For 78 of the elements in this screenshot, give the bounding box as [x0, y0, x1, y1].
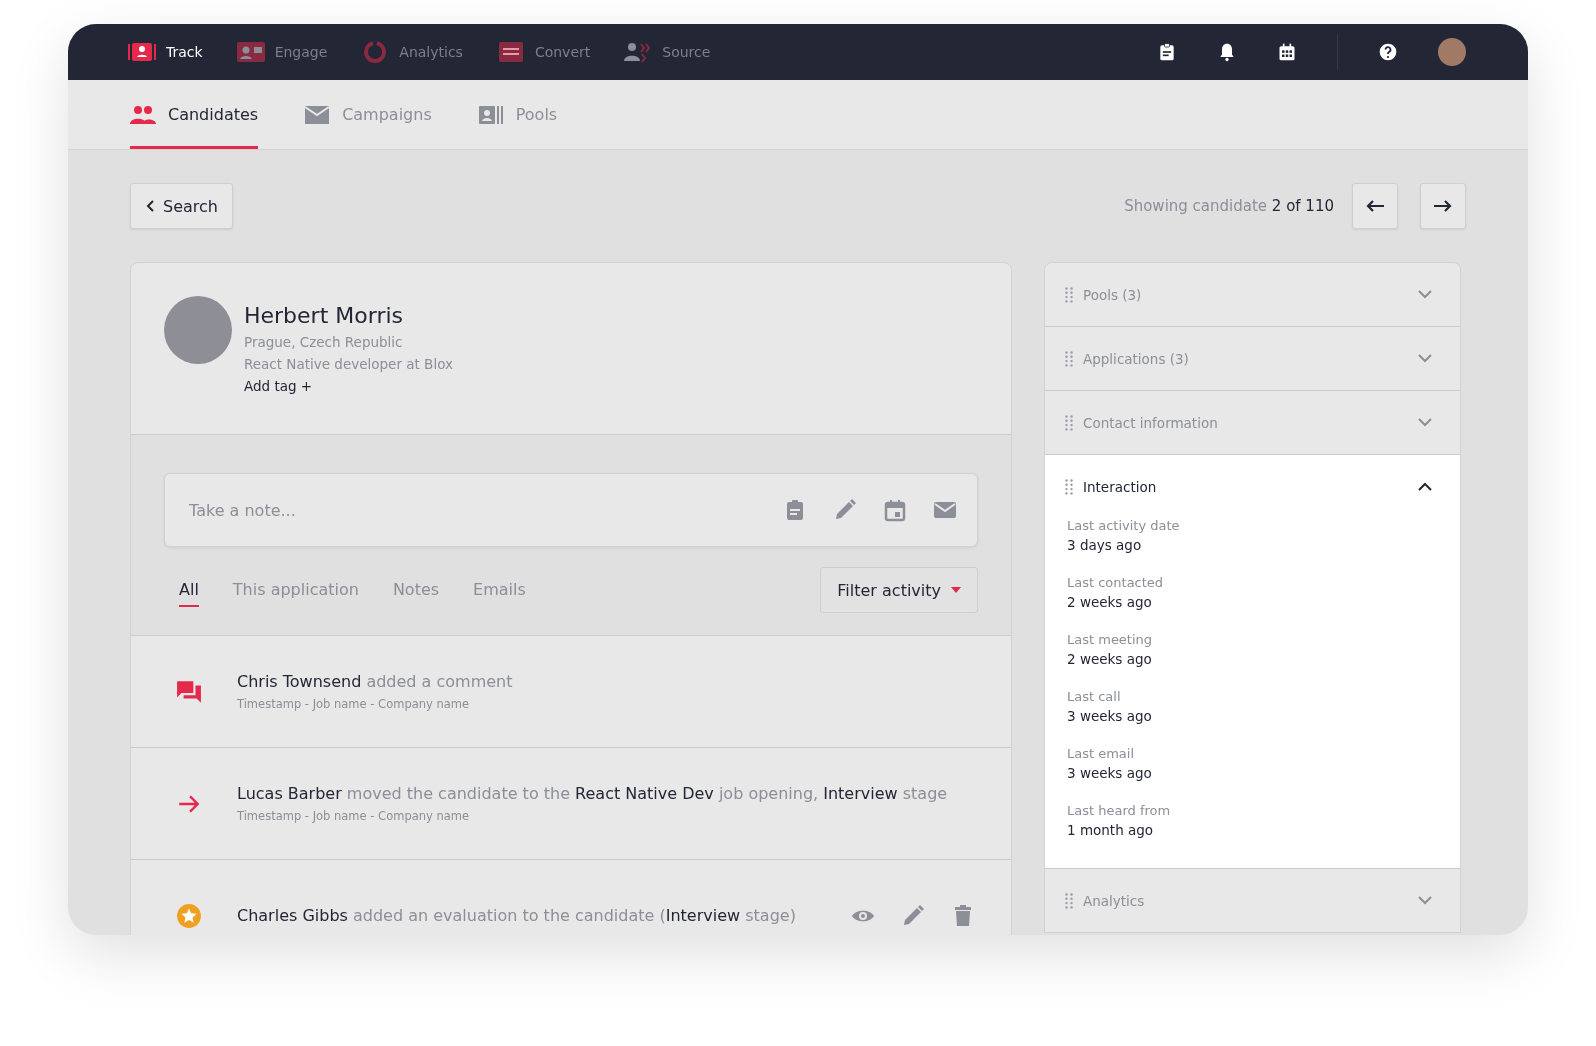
section-title: Pools (3): [1083, 286, 1143, 303]
chevron-up-icon[interactable]: [1418, 482, 1432, 491]
nav-tab[interactable]: Analytics: [361, 41, 463, 63]
drag-handle-icon[interactable]: [1065, 286, 1073, 303]
field-label: Last heard from: [1067, 803, 1172, 818]
field-label: Last contacted: [1067, 575, 1165, 590]
avatar[interactable]: [1438, 38, 1466, 66]
drag-handle-icon[interactable]: [1065, 478, 1073, 495]
star-badge-icon: [176, 902, 202, 929]
field-value: 1 month ago: [1067, 822, 1155, 838]
field-value: 2 weeks ago: [1067, 651, 1153, 667]
chevron-down-icon[interactable]: [1418, 896, 1432, 905]
chevron-down-icon[interactable]: [1418, 418, 1432, 427]
calendar-icon[interactable]: [1277, 42, 1297, 62]
caret-icon: [951, 587, 961, 593]
chat-bubbles-icon: [176, 678, 202, 705]
candidate-headline: React Native developer at Blox: [244, 356, 453, 372]
nav-tab[interactable]: Convert: [496, 41, 591, 63]
activity-tab[interactable]: This application: [232, 573, 359, 607]
pencil-icon[interactable]: [901, 903, 925, 928]
accordion-header[interactable]: Pools (3): [1045, 263, 1460, 326]
id-card-icon: [128, 41, 156, 63]
section-title: Contact information: [1083, 414, 1219, 431]
activity-text: Lucas Barber moved the candidate to the React Native Dev job opening, Interview stage: [237, 784, 949, 803]
help-icon[interactable]: [1378, 42, 1398, 62]
arrow-right-icon: [1433, 199, 1453, 213]
pencil-icon[interactable]: [833, 498, 857, 522]
contact-card-icon: [236, 41, 265, 63]
field-value: 2 weeks ago: [1067, 594, 1153, 610]
field-label: Last email: [1067, 746, 1136, 761]
next-button[interactable]: [1420, 183, 1466, 229]
tab[interactable]: Pools: [477, 80, 558, 149]
section-title: Applications (3): [1083, 350, 1190, 367]
candidate-counter: Showing candidate 2 of 110: [1124, 197, 1334, 215]
nav-tab[interactable]: Source: [624, 41, 711, 63]
drag-handle-icon[interactable]: [1065, 892, 1073, 909]
field-label: Last call: [1067, 689, 1122, 704]
back-button[interactable]: Search: [130, 183, 233, 229]
activity-meta: Timestamp - Job name - Company name: [237, 697, 471, 711]
activity-tab[interactable]: All: [179, 573, 199, 607]
section-title: Interaction: [1083, 478, 1158, 495]
candidate-location: Prague, Czech Republic: [244, 334, 403, 350]
field-value: 3 weeks ago: [1067, 765, 1153, 781]
clipboard-icon[interactable]: [1157, 42, 1177, 62]
chevron-down-icon[interactable]: [1418, 354, 1432, 363]
chevron-down-icon[interactable]: [1418, 290, 1432, 299]
id-card-icon: [477, 103, 504, 126]
tab[interactable]: Candidates: [130, 80, 259, 149]
accordion-header[interactable]: Analytics: [1045, 869, 1460, 932]
field-label: Last activity date: [1067, 518, 1181, 533]
envelope-icon: [304, 103, 331, 126]
drag-handle-icon[interactable]: [1065, 414, 1073, 431]
field-value: 3 weeks ago: [1067, 708, 1153, 724]
field-value: 3 days ago: [1067, 537, 1143, 553]
form-icon: [496, 41, 525, 63]
arrow-left-icon: [1365, 199, 1385, 213]
people-icon: [624, 41, 653, 63]
nav-tab[interactable]: Track: [128, 41, 203, 63]
previous-button[interactable]: [1352, 183, 1398, 229]
chevron-left-icon: [145, 200, 155, 212]
candidate-name: Herbert Morris: [244, 303, 403, 328]
nav-tab[interactable]: Engage: [236, 41, 328, 63]
field-label: Last meeting: [1067, 632, 1154, 647]
tab[interactable]: Campaigns: [304, 80, 432, 149]
activity-meta: Timestamp - Job name - Company name: [237, 809, 471, 823]
activity-tab[interactable]: Emails: [473, 573, 526, 607]
activity-text: Charles Gibbs added an evaluation to the candidate (Interview stage): [237, 906, 797, 925]
accordion-header[interactable]: Applications (3): [1045, 327, 1460, 390]
section-title: Analytics: [1083, 892, 1146, 909]
note-field[interactable]: Take a note...: [187, 499, 783, 521]
accordion-header[interactable]: Contact information: [1045, 391, 1460, 454]
filter-activity-button[interactable]: Filter activity: [820, 567, 978, 613]
activity-tab[interactable]: Notes: [392, 573, 440, 607]
add-tag-link[interactable]: Add tag +: [244, 378, 313, 394]
drag-handle-icon[interactable]: [1065, 350, 1073, 367]
activity-text: Chris Townsend added a comment: [237, 672, 514, 691]
accordion-header[interactable]: Interaction: [1045, 455, 1460, 518]
people-icon: [130, 103, 156, 126]
